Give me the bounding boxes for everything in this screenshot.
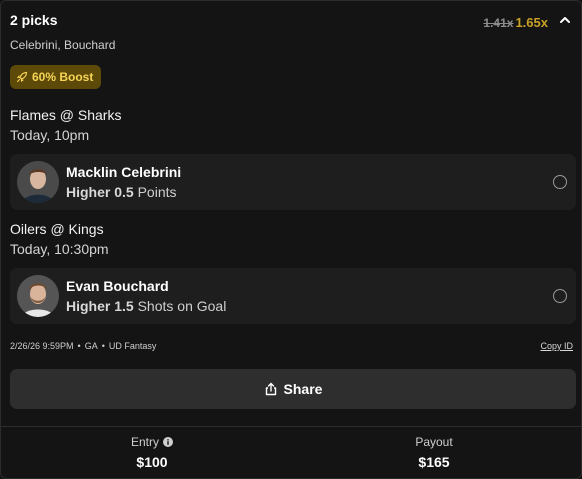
boost-label: 60% Boost: [32, 70, 94, 84]
game-time: Today, 10:30pm: [10, 241, 109, 257]
share-icon: [265, 382, 276, 396]
game-matchup: Flames @ Sharks: [10, 107, 122, 123]
entry-card: 2 picks Celebrini, Bouchard 1.41x 1.65x 6…: [0, 0, 582, 479]
entry-amount: $100: [136, 454, 168, 470]
separator-dot: •: [77, 341, 81, 351]
player-name: Evan Bouchard: [66, 278, 169, 294]
info-icon[interactable]: [163, 437, 173, 447]
entry-header[interactable]: 2 picks Celebrini, Bouchard 1.41x 1.65x: [10, 12, 572, 60]
entry-platform: UD Fantasy: [108, 341, 157, 351]
pick-direction: Higher: [66, 298, 111, 314]
payout-amount: $165: [418, 454, 450, 470]
share-label: Share: [283, 381, 323, 397]
player-avatar: [17, 161, 59, 203]
entry-summary: Entry $100: [92, 435, 212, 470]
players-summary: Celebrini, Bouchard: [10, 38, 116, 52]
payout-summary: Payout $165: [374, 435, 494, 470]
picks-count-title: 2 picks: [10, 12, 58, 28]
pick-value: 0.5: [114, 184, 134, 200]
pick-direction: Higher: [66, 184, 111, 200]
game-matchup: Oilers @ Kings: [10, 221, 104, 237]
payout-label: Payout: [415, 435, 453, 449]
footer-divider: [1, 426, 581, 427]
pick-line: Higher 1.5 Shots on Goal: [66, 298, 226, 314]
separator-dot: •: [101, 341, 105, 351]
multiplier: 1.41x 1.65x: [483, 15, 548, 30]
game-info: Oilers @ Kings Today, 10:30pm: [10, 221, 109, 257]
share-button[interactable]: Share: [10, 369, 576, 409]
old-multiplier: 1.41x: [483, 16, 514, 30]
game-info: Flames @ Sharks Today, 10pm: [10, 107, 121, 143]
pick-status-radio[interactable]: [553, 289, 567, 303]
entry-meta: 2/26/26 9:59PM • GA • UD Fantasy: [10, 341, 156, 351]
pick-status-radio[interactable]: [553, 175, 567, 189]
entry-label: Entry: [130, 435, 159, 449]
pick-row[interactable]: Macklin Celebrini Higher 0.5 Points: [10, 154, 576, 210]
entry-state: GA: [84, 341, 98, 351]
boosted-multiplier: 1.65x: [515, 15, 548, 30]
player-avatar: [17, 275, 59, 317]
pick-value: 1.5: [114, 298, 134, 314]
pick-line: Higher 0.5 Points: [66, 184, 177, 200]
pick-stat: Shots on Goal: [137, 298, 227, 314]
pick-row[interactable]: Evan Bouchard Higher 1.5 Shots on Goal: [10, 268, 576, 324]
chevron-up-icon[interactable]: [558, 13, 572, 27]
entry-timestamp: 2/26/26 9:59PM: [10, 341, 74, 351]
copy-id-link[interactable]: Copy ID: [540, 341, 573, 351]
pick-stat: Points: [137, 184, 177, 200]
rocket-icon: [16, 71, 28, 83]
player-name: Macklin Celebrini: [66, 164, 182, 180]
boost-badge: 60% Boost: [10, 65, 102, 89]
game-time: Today, 10pm: [10, 127, 90, 143]
